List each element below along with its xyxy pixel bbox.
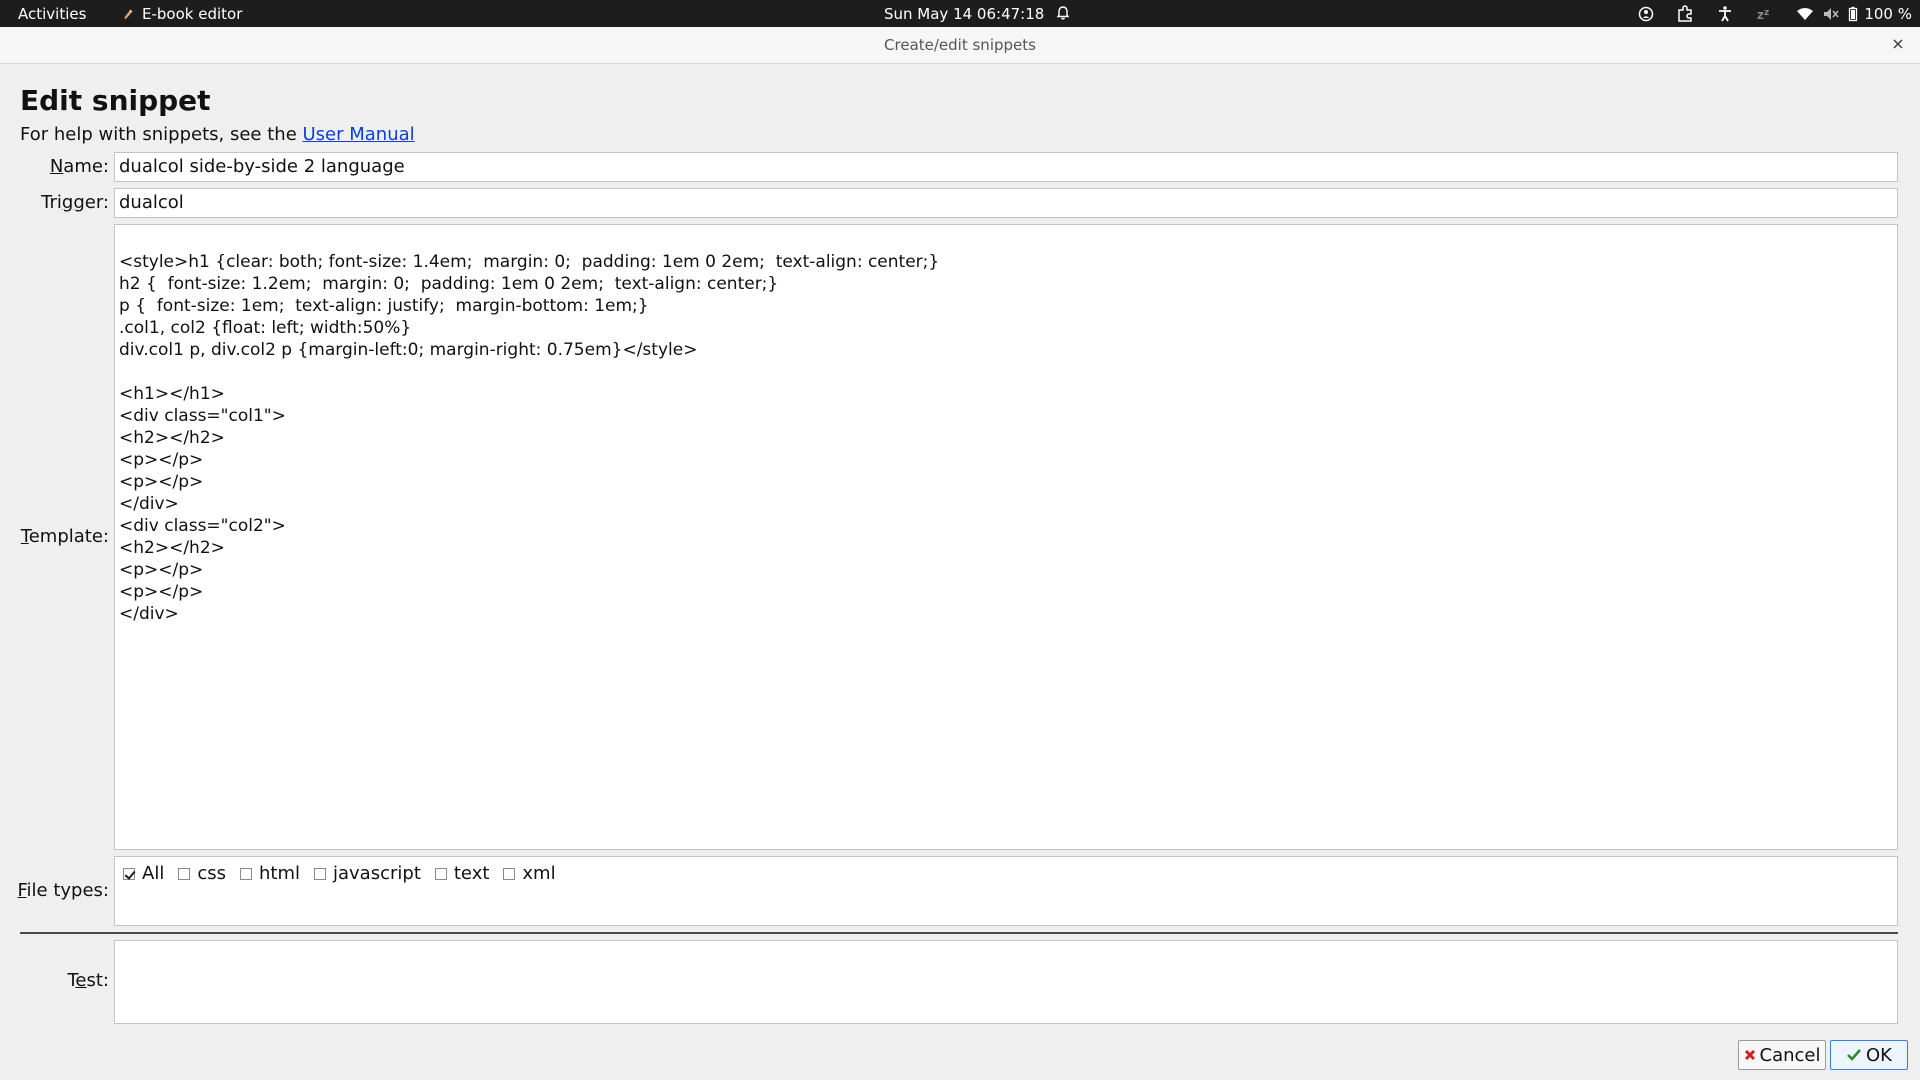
template-label: Template: <box>20 526 109 547</box>
ok-check-icon <box>1846 1048 1862 1062</box>
trigger-input[interactable]: dualcol <box>114 188 1898 218</box>
battery-percentage: 100 % <box>1864 4 1912 23</box>
ok-button[interactable]: OK <box>1830 1040 1908 1070</box>
divider <box>20 932 1898 934</box>
volume-muted-icon[interactable] <box>1822 5 1840 23</box>
activities-button[interactable]: Activities <box>18 5 86 23</box>
close-dialog-icon[interactable]: × <box>1888 34 1908 54</box>
sleep-inhibitor-icon[interactable]: zz <box>1756 5 1774 23</box>
help-prefix: For help with snippets, see the <box>20 124 303 145</box>
filetype-javascript[interactable]: javascript <box>314 863 421 884</box>
dialog-title: Create/edit snippets <box>884 36 1036 54</box>
user-status-icon[interactable] <box>1638 5 1654 23</box>
file-types-label: File types: <box>17 880 110 901</box>
battery-icon[interactable] <box>1848 5 1858 23</box>
filetype-xml[interactable]: xml <box>503 863 556 884</box>
system-top-bar: Activities E-book editor Sun May 14 06:4… <box>0 0 1920 27</box>
extensions-icon[interactable] <box>1676 4 1694 23</box>
name-label: Name: <box>49 156 109 177</box>
wifi-icon[interactable] <box>1796 5 1814 23</box>
checkbox-xml[interactable] <box>503 867 516 880</box>
name-input[interactable]: dualcol side-by-side 2 language <box>114 152 1898 182</box>
filetype-html[interactable]: html <box>239 863 300 884</box>
filetype-css[interactable]: css <box>178 863 226 884</box>
cancel-label: Cancel <box>1759 1044 1821 1066</box>
filetype-text[interactable]: text <box>434 863 489 884</box>
accessibility-icon[interactable] <box>1716 5 1734 23</box>
trigger-label: Trigger: <box>41 192 109 213</box>
checkbox-css[interactable] <box>178 867 191 880</box>
cancel-x-icon <box>1744 1049 1756 1061</box>
notification-bell-icon[interactable] <box>1055 5 1071 21</box>
ok-label: OK <box>1866 1044 1892 1066</box>
app-icon <box>124 9 133 19</box>
svg-text:z: z <box>1757 8 1764 22</box>
filetype-all[interactable]: All <box>123 863 164 884</box>
template-editor[interactable]: <style>h1 {clear: both; font-size: 1.4em… <box>114 224 1898 850</box>
checkbox-html[interactable] <box>239 867 252 880</box>
app-menu[interactable]: E-book editor <box>122 5 242 23</box>
checkbox-text[interactable] <box>434 867 447 880</box>
clock[interactable]: Sun May 14 06:47:18 <box>884 5 1044 23</box>
dialog-title-bar: Create/edit snippets <box>0 27 1920 64</box>
test-input[interactable] <box>114 940 1898 1024</box>
svg-text:z: z <box>1764 8 1769 18</box>
app-name: E-book editor <box>142 5 243 23</box>
checkbox-javascript[interactable] <box>314 867 326 880</box>
help-text: For help with snippets, see the User Man… <box>20 124 415 145</box>
dialog-body: Edit snippet For help with snippets, see… <box>0 64 1920 1080</box>
page-title: Edit snippet <box>20 84 211 117</box>
test-label: Test: <box>67 970 109 991</box>
cancel-button[interactable]: Cancel <box>1738 1040 1826 1070</box>
file-types-list: All css html javascript text xml <box>114 856 1898 926</box>
user-manual-link[interactable]: User Manual <box>303 124 415 145</box>
system-tray[interactable]: zz 100 % <box>1616 4 1912 23</box>
checkbox-all[interactable] <box>123 867 135 880</box>
